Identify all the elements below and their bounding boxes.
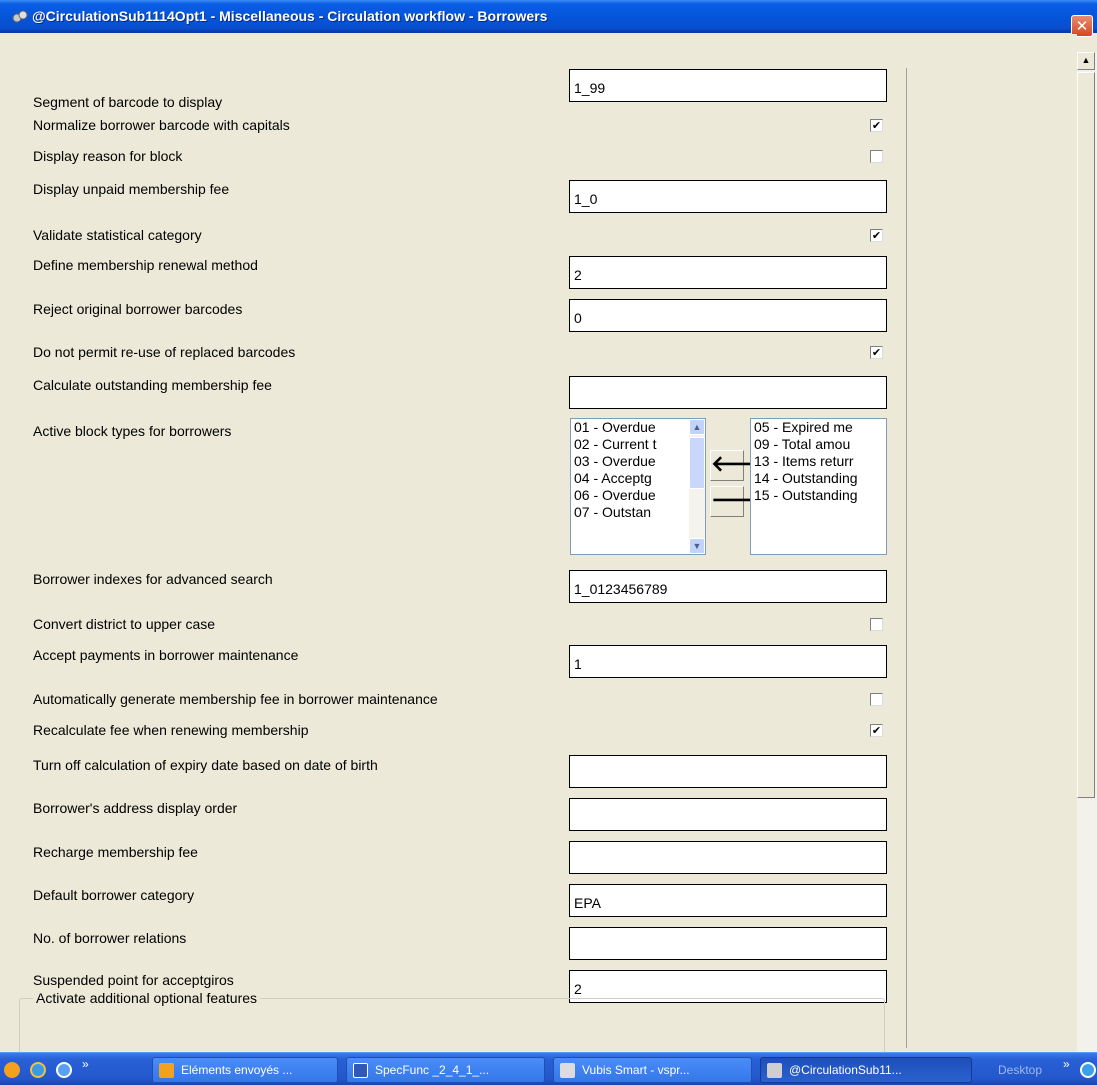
address-display-order-field[interactable]: [569, 798, 887, 831]
task-label: Vubis Smart - vspr...: [582, 1063, 690, 1077]
setting-label: Convert district to upper case: [33, 616, 216, 632]
outlook-icon: [159, 1063, 174, 1078]
barcode-segment-field[interactable]: 1_99: [569, 69, 887, 102]
recharge-fee-field[interactable]: [569, 841, 887, 874]
list-item[interactable]: 01 - Overdue: [571, 419, 705, 436]
task-label: Eléments envoyés ...: [181, 1063, 293, 1077]
display-block-reason-checkbox[interactable]: [870, 150, 883, 163]
window-title: @CirculationSub1114Opt1 - Miscellaneous …: [32, 8, 548, 24]
list-item[interactable]: 09 - Total amou: [751, 436, 886, 453]
unpaid-fee-field[interactable]: 1_0: [569, 180, 887, 213]
scroll-up-icon[interactable]: ▲: [689, 419, 705, 435]
setting-label: Turn off calculation of expiry date base…: [33, 757, 378, 773]
setting-label: Recalculate fee when renewing membership: [33, 722, 309, 738]
setting-label: Normalize borrower barcode with capitals: [33, 117, 290, 133]
setting-label: Segment of barcode to display: [33, 94, 223, 110]
scroll-up-icon[interactable]: ▲: [1077, 52, 1095, 70]
list-item[interactable]: 13 - Items returr: [751, 453, 886, 470]
tray-icon[interactable]: [1080, 1062, 1096, 1078]
recalculate-fee-checkbox[interactable]: ✔: [870, 724, 883, 737]
scroll-down-icon[interactable]: ▼: [689, 538, 705, 554]
selected-block-types-list[interactable]: 05 - Expired me 09 - Total amou 13 - Ite…: [750, 418, 887, 555]
vubis-icon: [560, 1063, 575, 1078]
setting-label: Display unpaid membership fee: [33, 181, 230, 197]
task-label: SpecFunc _2_4_1_...: [375, 1063, 490, 1077]
list-scrollbar[interactable]: ▲ ▼: [689, 419, 705, 554]
chevron-icon[interactable]: »: [1063, 1057, 1070, 1071]
taskbar: » Eléments envoyés ... SpecFunc _2_4_1_.…: [0, 1052, 1097, 1085]
default-category-field[interactable]: EPA: [569, 884, 887, 917]
renewal-method-field[interactable]: 2: [569, 256, 887, 289]
group-legend: Activate additional optional features: [33, 990, 261, 1006]
outstanding-fee-field[interactable]: [569, 376, 887, 409]
quicklaunch-ie-icon[interactable]: [30, 1062, 46, 1078]
district-upper-case-checkbox[interactable]: [870, 618, 883, 631]
borrower-relations-field[interactable]: [569, 927, 887, 960]
setting-label: Borrower indexes for advanced search: [33, 571, 273, 587]
quicklaunch-outlook-icon[interactable]: [4, 1062, 20, 1078]
expiry-date-calc-field[interactable]: [569, 755, 887, 788]
task-vubis[interactable]: Vubis Smart - vspr...: [553, 1057, 752, 1083]
setting-label: Suspended point for acceptgiros: [33, 972, 234, 988]
move-right-button[interactable]: 🡒: [710, 486, 770, 517]
setting-label: Automatically generate membership fee in…: [33, 691, 438, 707]
setting-label: Do not permit re-use of replaced barcode…: [33, 344, 296, 360]
normalize-barcode-checkbox[interactable]: ✔: [870, 119, 883, 132]
optional-features-group: [19, 998, 885, 1058]
desktop-toolbar-label[interactable]: Desktop: [998, 1063, 1042, 1077]
main-scrollbar[interactable]: ▲: [1077, 52, 1097, 1052]
list-item[interactable]: 14 - Outstanding: [751, 470, 886, 487]
column-separator: [906, 68, 907, 1048]
app-icon: [767, 1063, 782, 1078]
chevron-icon[interactable]: »: [82, 1057, 89, 1071]
no-reuse-barcodes-checkbox[interactable]: ✔: [870, 346, 883, 359]
task-circulation[interactable]: @CirculationSub11...: [760, 1057, 972, 1083]
setting-label: Accept payments in borrower maintenance: [33, 647, 299, 663]
list-item[interactable]: 05 - Expired me: [751, 419, 886, 436]
setting-label: Recharge membership fee: [33, 844, 198, 860]
setting-label: Validate statistical category: [33, 227, 202, 243]
setting-label: Display reason for block: [33, 148, 183, 164]
app-icon: [12, 10, 28, 23]
list-item[interactable]: 02 - Current t: [571, 436, 705, 453]
setting-label: Reject original borrower barcodes: [33, 301, 243, 317]
accept-payments-field[interactable]: 1: [569, 645, 887, 678]
quicklaunch-browser-icon[interactable]: [56, 1062, 72, 1078]
reject-barcodes-field[interactable]: 0: [569, 299, 887, 332]
list-item[interactable]: 06 - Overdue: [571, 487, 705, 504]
setting-label: No. of borrower relations: [33, 930, 187, 946]
available-block-types-list[interactable]: 01 - Overdue 02 - Current t 03 - Overdue…: [570, 418, 706, 555]
setting-label: Active block types for borrowers: [33, 423, 232, 439]
list-item[interactable]: 07 - Outstan: [571, 504, 705, 521]
setting-label: Default borrower category: [33, 887, 195, 903]
borrower-indexes-field[interactable]: 1_0123456789: [569, 570, 887, 603]
task-outlook[interactable]: Eléments envoyés ...: [152, 1057, 338, 1083]
task-word[interactable]: SpecFunc _2_4_1_...: [346, 1057, 545, 1083]
task-label: @CirculationSub11...: [789, 1063, 902, 1077]
setting-label: Calculate outstanding membership fee: [33, 377, 272, 393]
scroll-thumb[interactable]: [1077, 72, 1095, 798]
validate-stat-category-checkbox[interactable]: ✔: [870, 229, 883, 242]
list-item[interactable]: 04 - Acceptg: [571, 470, 705, 487]
auto-generate-fee-checkbox[interactable]: [870, 693, 883, 706]
list-item[interactable]: 15 - Outstanding: [751, 487, 886, 504]
title-bar[interactable]: @CirculationSub1114Opt1 - Miscellaneous …: [0, 0, 1097, 33]
scroll-thumb[interactable]: [689, 437, 705, 489]
setting-label: Borrower's address display order: [33, 800, 238, 816]
list-item[interactable]: 03 - Overdue: [571, 453, 705, 470]
setting-label: Define membership renewal method: [33, 257, 258, 273]
move-left-button[interactable]: 🡐: [710, 450, 770, 481]
word-icon: [353, 1063, 368, 1078]
